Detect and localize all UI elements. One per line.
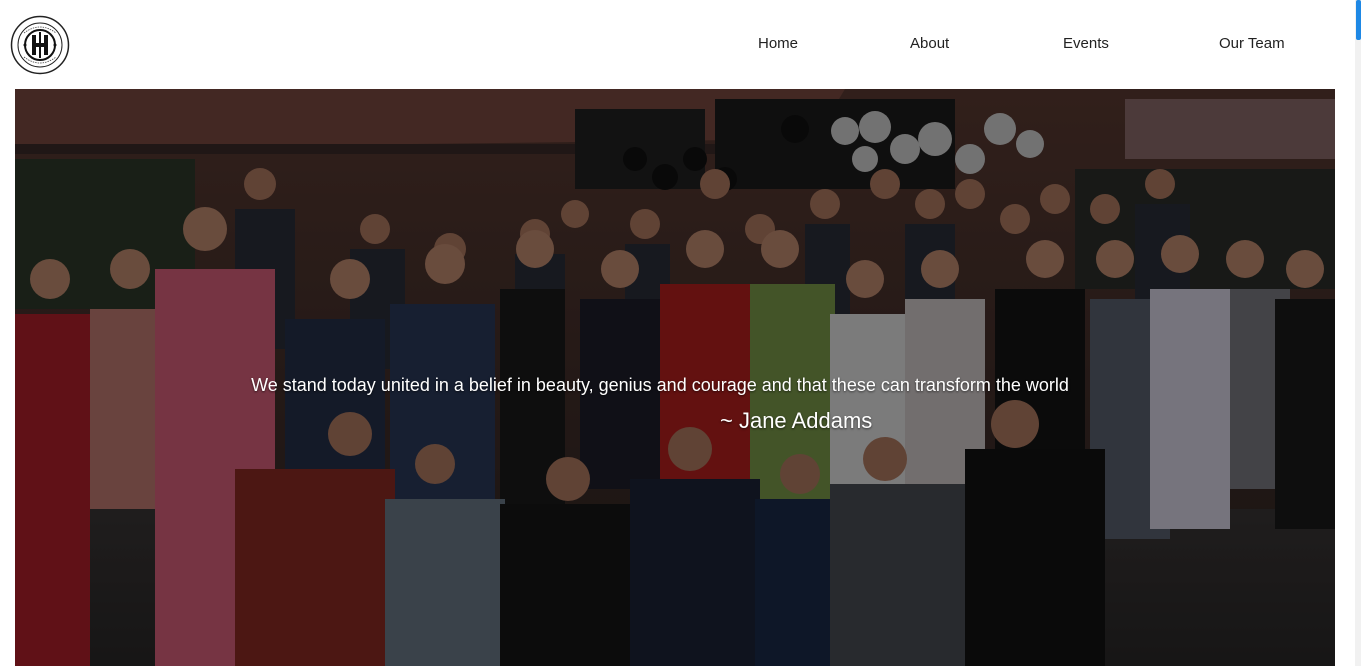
nav-link-events[interactable]: Events [1063, 35, 1109, 52]
hero-quote-text: We stand today united in a belief in bea… [251, 375, 1069, 395]
nav-link-our-team[interactable]: Our Team [1219, 35, 1285, 52]
nav-link-about[interactable]: About [910, 35, 949, 52]
hero-quote: We stand today united in a belief in bea… [15, 375, 1335, 396]
navbar: Home About Events Our Team [0, 0, 1355, 89]
hero-banner: We stand today united in a belief in bea… [15, 89, 1335, 666]
nav-link-home[interactable]: Home [758, 35, 798, 52]
scrollbar-thumb[interactable] [1356, 0, 1361, 40]
page: Home About Events Our Team We stand toda… [0, 0, 1361, 666]
page-scrollbar[interactable] [1355, 0, 1361, 666]
hero-quote-author: ~ Jane Addams [720, 408, 873, 433]
main-navigation: Home About Events Our Team [0, 35, 1355, 55]
